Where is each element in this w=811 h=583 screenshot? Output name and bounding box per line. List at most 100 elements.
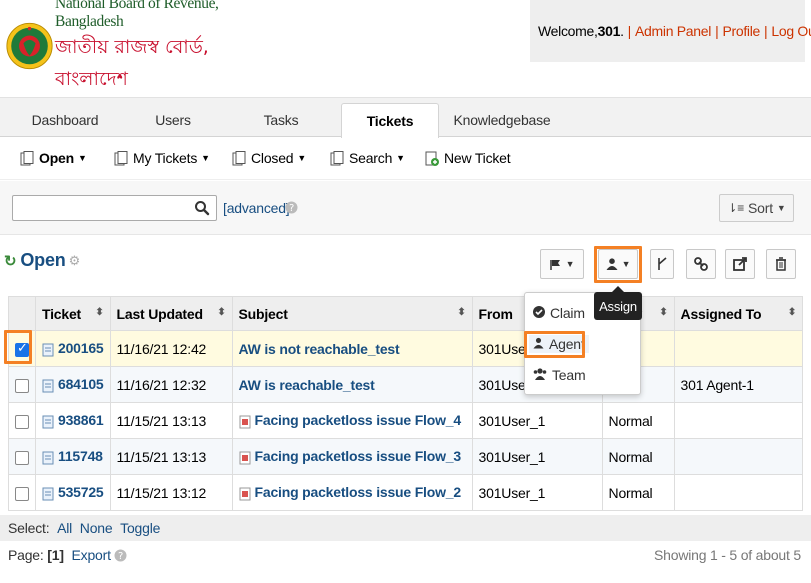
select-column-header bbox=[8, 296, 36, 331]
help-icon[interactable]: ? bbox=[114, 549, 127, 562]
sort-icon: ⬍ bbox=[787, 307, 796, 318]
ticket-number-cell[interactable]: 535725 bbox=[35, 474, 111, 511]
row-checkbox[interactable] bbox=[15, 450, 29, 465]
page-header: National Board of Revenue, Bangladesh জা… bbox=[0, 0, 811, 97]
ticket-subject-link[interactable]: Facing packetloss issue Flow_4 bbox=[255, 412, 462, 428]
ticket-number-cell[interactable]: 200165 bbox=[35, 330, 111, 367]
assign-claim-item[interactable]: Claim bbox=[533, 305, 585, 321]
table-row[interactable]: 115748 11/15/21 13:13 Facing packetloss is… bbox=[8, 438, 804, 475]
refresh-icon[interactable]: ↻ bbox=[4, 252, 17, 270]
transfer-button[interactable] bbox=[650, 249, 674, 279]
divider: | bbox=[627, 23, 632, 39]
select-none-link[interactable]: None bbox=[80, 520, 113, 536]
ticket-subject-link[interactable]: AW is not reachable_test bbox=[239, 341, 400, 357]
search-icon[interactable] bbox=[194, 199, 210, 217]
current-page[interactable]: [1] bbox=[47, 547, 64, 563]
chevron-down-icon: ▼ bbox=[396, 153, 405, 163]
tab-knowledgebase[interactable]: Knowledgebase bbox=[452, 103, 552, 139]
ticket-number-link[interactable]: 684105 bbox=[58, 376, 104, 392]
search-tickets-menu[interactable]: Search ▼ bbox=[330, 150, 405, 166]
closed-tickets-menu[interactable]: Closed ▼ bbox=[232, 150, 306, 166]
svg-text:?: ? bbox=[289, 203, 294, 214]
delete-button[interactable] bbox=[766, 249, 796, 279]
queue-title-text[interactable]: Open bbox=[20, 250, 65, 271]
sort-icon: ⬍ bbox=[95, 307, 104, 318]
row-checkbox-cell[interactable] bbox=[8, 474, 36, 511]
column-header-subject[interactable]: Subject ⬍ bbox=[231, 296, 473, 331]
ticket-icon bbox=[42, 451, 54, 465]
new-ticket-icon bbox=[425, 151, 439, 166]
tickets-table-body: 200165 11/16/21 12:42 AW is not reachable_… bbox=[8, 330, 804, 511]
subject-cell[interactable]: Facing packetloss issue Flow_3 bbox=[231, 438, 473, 475]
tab-users[interactable]: Users bbox=[130, 103, 216, 139]
my-tickets-label: My Tickets bbox=[133, 150, 198, 166]
ticket-number-cell[interactable]: 684105 bbox=[35, 366, 111, 403]
ticket-number-link[interactable]: 200165 bbox=[58, 340, 104, 356]
tab-dashboard[interactable]: Dashboard bbox=[22, 103, 108, 139]
queue-title: ↻ Open ⚙ bbox=[4, 250, 80, 271]
help-icon[interactable]: ? bbox=[285, 201, 298, 214]
row-checkbox[interactable] bbox=[15, 378, 29, 393]
column-header-assigned-to[interactable]: Assigned To ⬍ bbox=[673, 296, 804, 331]
subject-cell[interactable]: AW is not reachable_test bbox=[231, 330, 473, 367]
assigned-to-cell bbox=[673, 474, 804, 511]
ticket-icon bbox=[42, 487, 54, 501]
table-header-row: Ticket⬍ Last Updated⬍ Subject⬍ From y⬍ A… bbox=[8, 296, 804, 331]
select-all-link[interactable]: All bbox=[57, 520, 72, 536]
subject-cell[interactable]: Facing packetloss issue Flow_2 bbox=[231, 474, 473, 511]
tickets-subnav: Open ▼ My Tickets ▼ Closed ▼ Search ▼ New Ti… bbox=[0, 138, 811, 180]
my-tickets-menu[interactable]: My Tickets ▼ bbox=[114, 150, 210, 166]
select-toggle-link[interactable]: Toggle bbox=[120, 520, 160, 536]
ticket-number-link[interactable]: 938861 bbox=[58, 412, 104, 428]
profile-link[interactable]: Profile bbox=[722, 23, 760, 39]
export-link[interactable]: Export bbox=[72, 547, 111, 563]
org-name-en: National Board of Revenue, Bangladesh bbox=[55, 0, 219, 30]
mark-flag-button[interactable]: ▼ bbox=[540, 249, 584, 279]
sort-button[interactable]: ⇂≡ Sort ▼ bbox=[719, 194, 794, 222]
search-label: Search bbox=[349, 150, 393, 166]
transfer-icon bbox=[658, 257, 667, 270]
link-icon bbox=[694, 257, 708, 271]
new-ticket-link[interactable]: New Ticket bbox=[425, 150, 511, 166]
tab-tasks[interactable]: Tasks bbox=[238, 103, 324, 139]
subject-cell[interactable]: AW is reachable_test bbox=[231, 366, 473, 403]
admin-panel-link[interactable]: Admin Panel bbox=[635, 23, 711, 39]
table-row[interactable]: 684105 11/16/21 12:32 AW is reachable_test… bbox=[8, 366, 804, 403]
row-checkbox[interactable] bbox=[15, 486, 29, 501]
ticket-subject-link[interactable]: Facing packetloss issue Flow_2 bbox=[255, 484, 462, 500]
welcome-prefix: Welcome, bbox=[538, 23, 598, 39]
ticket-number-cell[interactable]: 938861 bbox=[35, 402, 111, 439]
row-checkbox[interactable] bbox=[15, 414, 29, 429]
table-row[interactable]: 535725 11/15/21 13:12 Facing packetloss is… bbox=[8, 474, 804, 511]
column-header-ticket[interactable]: Ticket ⬍ bbox=[35, 296, 111, 331]
assign-team-item[interactable]: Team bbox=[533, 367, 586, 383]
ticket-subject-link[interactable]: Facing packetloss issue Flow_3 bbox=[255, 448, 462, 464]
subject-cell[interactable]: Facing packetloss issue Flow_4 bbox=[231, 402, 473, 439]
tab-tickets[interactable]: Tickets bbox=[341, 103, 439, 139]
gear-icon[interactable]: ⚙ bbox=[69, 253, 81, 269]
advanced-search-link[interactable]: [advanced] bbox=[223, 200, 290, 216]
row-checkbox-cell[interactable] bbox=[8, 402, 36, 439]
assign-tooltip: Assign bbox=[594, 286, 642, 320]
search-input[interactable] bbox=[12, 195, 217, 221]
export-ticket-button[interactable] bbox=[725, 249, 755, 279]
chevron-down-icon: ▼ bbox=[201, 153, 210, 163]
sort-icon: ⬍ bbox=[457, 307, 466, 318]
nbr-logo[interactable]: National Board of Revenue, Bangladesh জা… bbox=[4, 0, 260, 90]
ticket-alert-icon bbox=[239, 451, 251, 465]
search-bar: [advanced] ? ⇂≡ Sort ▼ bbox=[0, 181, 811, 235]
row-checkbox-cell[interactable] bbox=[8, 438, 36, 475]
ticket-number-link[interactable]: 535725 bbox=[58, 484, 104, 500]
ticket-number-cell[interactable]: 115748 bbox=[35, 438, 111, 475]
column-header-last-updated[interactable]: Last Updated ⬍ bbox=[109, 296, 233, 331]
sort-label: Sort bbox=[748, 200, 773, 216]
merge-button[interactable] bbox=[686, 249, 716, 279]
table-row[interactable]: 938861 11/15/21 13:13 Facing packetloss is… bbox=[8, 402, 804, 439]
open-tickets-menu[interactable]: Open ▼ bbox=[20, 150, 87, 166]
table-row[interactable]: 200165 11/16/21 12:42 AW is not reachable_… bbox=[8, 330, 804, 367]
logout-link[interactable]: Log Out bbox=[771, 23, 811, 39]
tickets-table: Ticket⬍ Last Updated⬍ Subject⬍ From y⬍ A… bbox=[8, 296, 804, 511]
ticket-subject-link[interactable]: AW is reachable_test bbox=[239, 377, 375, 393]
ticket-number-link[interactable]: 115748 bbox=[58, 448, 103, 464]
row-checkbox-cell[interactable] bbox=[8, 366, 36, 403]
